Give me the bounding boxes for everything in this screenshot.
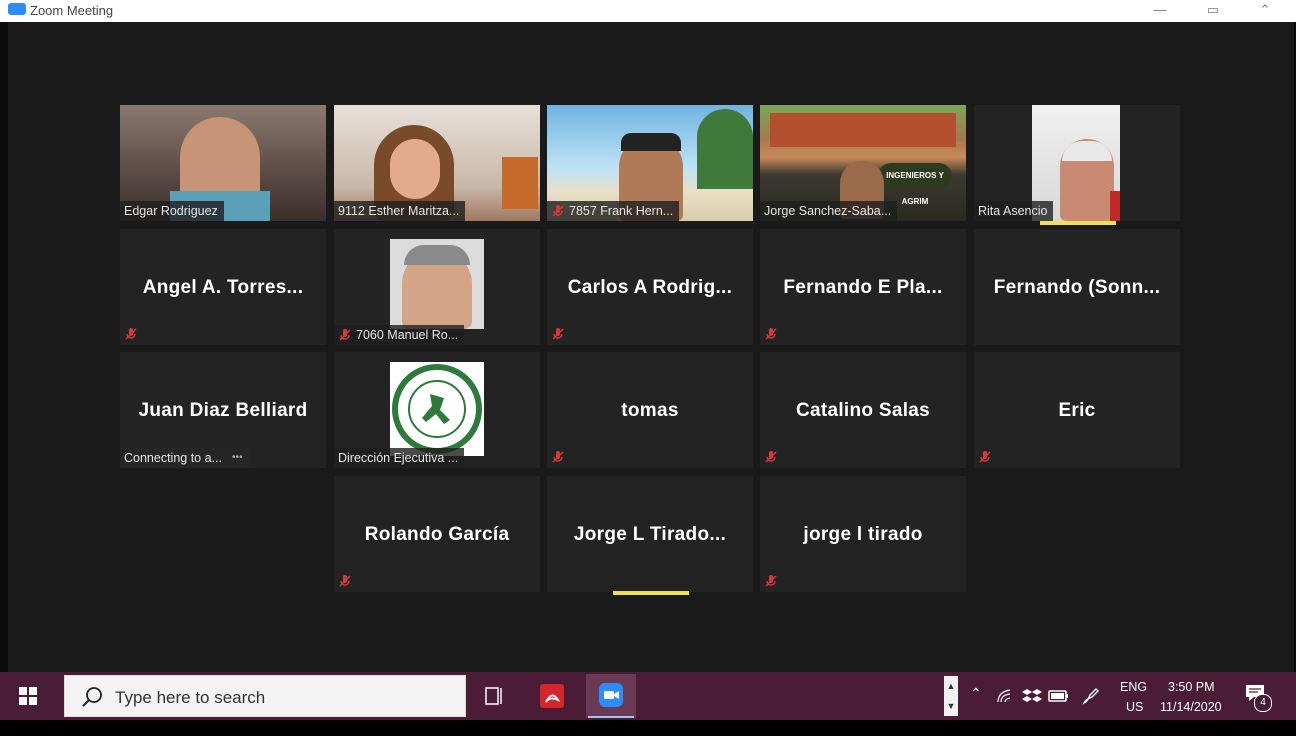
mic-muted-icon <box>765 575 777 587</box>
participant-label: 7857 Frank Hern... <box>547 201 680 221</box>
wifi-icon[interactable] <box>996 688 1014 704</box>
restore-button[interactable]: ▭ <box>1198 2 1228 20</box>
participant-name: Jorge L Tirado... <box>573 524 727 545</box>
participant-tile-jorge-tirado[interactable]: jorge l tirado <box>760 476 966 592</box>
windows-taskbar: Type here to search ▲ ▼ ⌃ ENG US 3:50 PM… <box>0 672 1296 720</box>
participant-name: Fernando E Pla... <box>783 277 943 298</box>
input-region[interactable]: US <box>1126 700 1143 714</box>
connecting-status: Connecting to a... ••• <box>120 448 249 468</box>
adobe-acrobat-taskbar-button[interactable] <box>536 680 568 712</box>
search-placeholder: Type here to search <box>115 688 266 707</box>
participant-tile-direccion[interactable]: Dirección Ejecutiva ... <box>334 352 540 468</box>
participant-tile-catalino[interactable]: Catalino Salas <box>760 352 966 468</box>
participant-tile-eric[interactable]: Eric <box>974 352 1180 468</box>
participant-name: Juan Diaz Belliard <box>138 400 308 421</box>
participant-tile-edgar[interactable]: Edgar Rodriguez <box>120 105 326 221</box>
chevron-down-icon: ▼ <box>946 701 956 711</box>
zoom-app-icon <box>8 3 26 15</box>
windows-start-icon[interactable] <box>18 686 38 706</box>
taskbar-search-box[interactable]: Type here to search <box>64 675 466 717</box>
gallery-view: Edgar Rodriguez 9112 Esther Maritza... 7… <box>8 22 1294 672</box>
zoom-icon <box>599 683 623 707</box>
participant-name: Carlos A Rodrig... <box>567 277 733 298</box>
window-title: Zoom Meeting <box>30 3 114 18</box>
action-center-button[interactable]: 4 <box>1244 682 1272 712</box>
sign-text: INGENIEROS Y AGRIM <box>878 163 952 206</box>
participant-tile-jorge-sanchez[interactable]: INGENIEROS Y AGRIM Jorge Sanchez-Saba... <box>760 105 966 221</box>
participant-name: Eric <box>1058 400 1096 421</box>
show-hidden-icons-icon[interactable]: ⌃ <box>970 685 982 702</box>
pen-workspace-icon[interactable] <box>1080 685 1102 707</box>
participant-tile-esther[interactable]: 9112 Esther Maritza... <box>334 105 540 221</box>
screen-bottom-border <box>0 720 1296 736</box>
loading-dots-icon: ••• <box>231 452 243 463</box>
minimize-button[interactable]: — <box>1145 2 1175 20</box>
participant-label: Edgar Rodriguez <box>120 201 224 221</box>
task-view-icon[interactable] <box>478 680 510 712</box>
participant-tile-manuel[interactable]: 7060 Manuel Ro... <box>334 229 540 345</box>
participant-label: Dirección Ejecutiva ... <box>334 448 465 468</box>
mic-muted-icon <box>765 328 777 340</box>
window-titlebar: Zoom Meeting — ▭ ⌃ <box>0 0 1296 22</box>
speaking-indicator-rita <box>1040 221 1116 225</box>
participant-tile-fernando-e[interactable]: Fernando E Pla... <box>760 229 966 345</box>
input-language[interactable]: ENG <box>1120 680 1147 694</box>
search-icon <box>82 687 102 707</box>
clock-date[interactable]: 11/14/2020 <box>1160 700 1222 714</box>
participant-tile-juan[interactable]: Juan Diaz Belliard Connecting to a... ••• <box>120 352 326 468</box>
notification-count-badge: 4 <box>1254 694 1272 712</box>
mic-muted-icon <box>339 329 351 341</box>
mic-muted-icon <box>552 328 564 340</box>
participant-name: Catalino Salas <box>795 400 931 421</box>
participant-tile-frank[interactable]: 7857 Frank Hern... <box>547 105 753 221</box>
mic-muted-icon <box>765 451 777 463</box>
participant-tile-tomas[interactable]: tomas <box>547 352 753 468</box>
participant-name: Angel A. Torres... <box>142 277 304 298</box>
mic-muted-icon <box>552 451 564 463</box>
participant-tile-angel[interactable]: Angel A. Torres... <box>120 229 326 345</box>
taskbar-scroll[interactable]: ▲ ▼ <box>944 676 958 716</box>
close-button[interactable]: ⌃ <box>1250 2 1280 20</box>
mic-muted-icon <box>339 575 351 587</box>
battery-icon[interactable] <box>1048 689 1070 703</box>
participant-name: Rolando García <box>364 524 510 545</box>
participant-name: tomas <box>621 400 679 421</box>
participant-tile-rolando[interactable]: Rolando García <box>334 476 540 592</box>
participant-name: jorge l tirado <box>803 524 923 545</box>
chevron-up-icon: ▲ <box>946 681 956 691</box>
participant-label: 7060 Manuel Ro... <box>334 325 465 345</box>
mic-muted-icon <box>552 205 564 217</box>
organization-seal-logo <box>392 364 482 454</box>
dropbox-icon[interactable] <box>1022 687 1042 705</box>
participant-name: Fernando (Sonn... <box>993 277 1161 298</box>
participant-tile-rita[interactable]: Rita Asencio <box>974 105 1180 221</box>
clock-time[interactable]: 3:50 PM <box>1168 680 1215 694</box>
mic-muted-icon <box>125 328 137 340</box>
participant-label: Jorge Sanchez-Saba... <box>760 201 898 221</box>
participant-tile-jorge-l-tirado[interactable]: Jorge L Tirado... <box>547 476 753 592</box>
zoom-taskbar-button[interactable] <box>586 674 636 718</box>
speaking-indicator-jorge-l <box>613 591 689 595</box>
participant-tile-fernando-sonn[interactable]: Fernando (Sonn... <box>974 229 1180 345</box>
participant-label: Rita Asencio <box>974 201 1054 221</box>
acrobat-icon <box>540 684 564 708</box>
participant-label: 9112 Esther Maritza... <box>334 201 466 221</box>
participant-tile-carlos[interactable]: Carlos A Rodrig... <box>547 229 753 345</box>
mic-muted-icon <box>979 451 991 463</box>
